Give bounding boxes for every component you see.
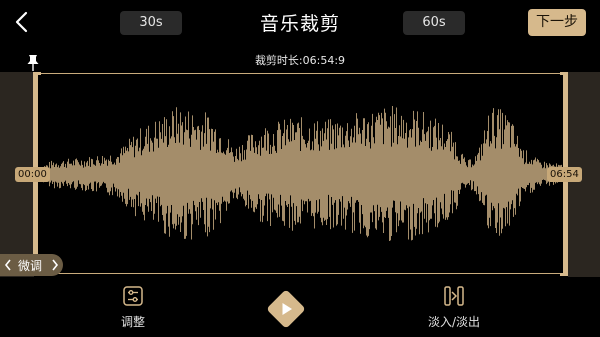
start-time-tag: 00:00	[15, 167, 50, 182]
handle-cap	[33, 72, 41, 75]
adjust-icon	[123, 286, 143, 306]
page-title: 音乐裁剪	[259, 13, 340, 35]
fade-icon	[444, 286, 464, 306]
adjust-label: 调整	[120, 315, 145, 329]
trim-duration-label: 裁剪时长:06:54:9	[254, 54, 346, 67]
fine-tune-label: 微调	[18, 259, 43, 273]
bottom-toolbar: 调整 淡入/淡出	[0, 279, 600, 337]
pin-icon	[27, 55, 39, 71]
back-icon[interactable]	[8, 8, 36, 36]
play-button[interactable]	[264, 287, 308, 331]
audio-waveform	[38, 106, 562, 241]
end-time-tag: 06:54	[547, 167, 582, 182]
next-step-button[interactable]: 下一步	[528, 9, 586, 36]
fade-in-out-button[interactable]: 淡入/淡出	[409, 285, 499, 333]
waveform-editor[interactable]: 00:00 06:54	[0, 72, 600, 277]
handle-cap	[560, 72, 568, 75]
chevron-left-icon	[4, 259, 11, 271]
preset-30s-button[interactable]: 30s	[120, 11, 182, 35]
handle-cap	[560, 273, 568, 276]
preset-60s-button[interactable]: 60s	[403, 11, 465, 35]
header-bar: 30s 音乐裁剪 60s 下一步	[0, 0, 600, 46]
fade-label: 淡入/淡出	[427, 315, 481, 329]
fine-tune-button[interactable]: 微调	[0, 254, 63, 276]
chevron-right-icon	[52, 259, 59, 271]
adjust-button[interactable]: 调整	[88, 285, 178, 333]
